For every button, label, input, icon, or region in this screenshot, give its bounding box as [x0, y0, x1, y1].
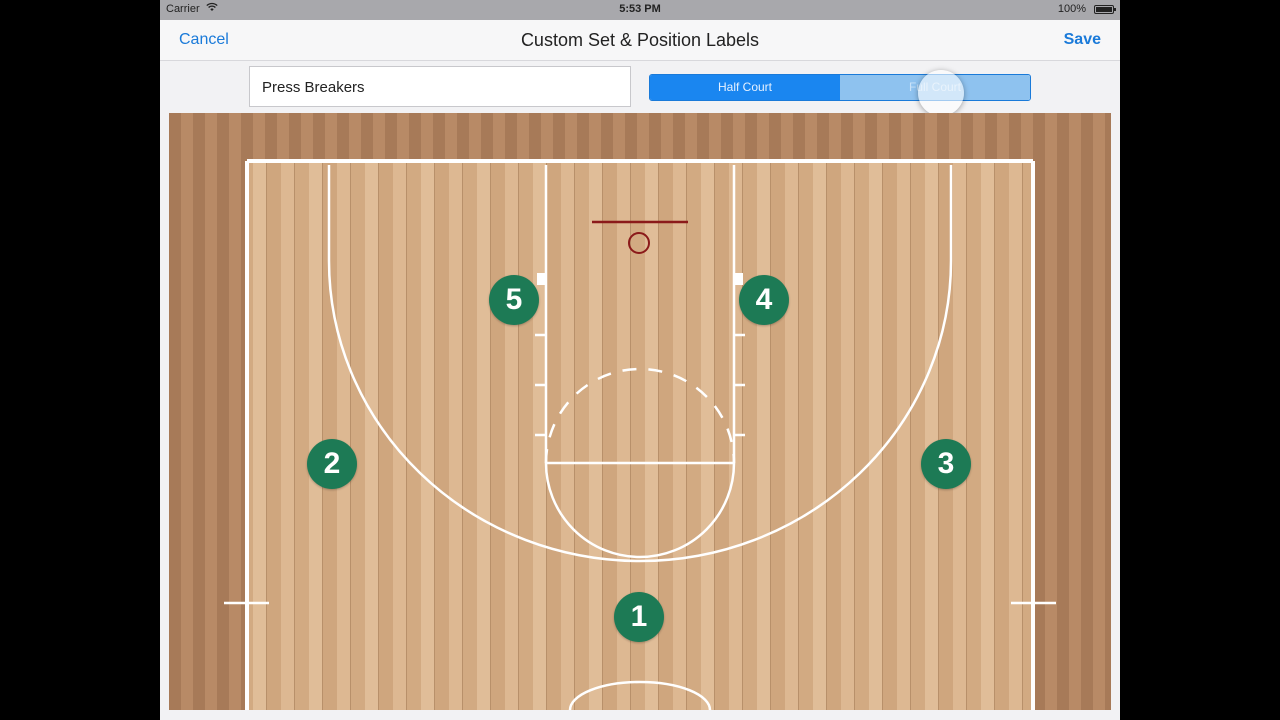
player-marker-4[interactable]: 4: [739, 275, 789, 325]
status-bar: Carrier 5:53 PM 100%: [160, 0, 1120, 20]
save-button[interactable]: Save: [1064, 31, 1101, 49]
court-type-toggle: Half Court Full Court: [649, 74, 1031, 101]
page-title: Custom Set & Position Labels: [520, 30, 760, 50]
player-marker-3[interactable]: 3: [921, 439, 971, 489]
player-marker-2[interactable]: 2: [307, 439, 357, 489]
navigation-bar: Cancel Custom Set & Position Labels Save: [160, 20, 1120, 61]
touch-indicator: [918, 70, 964, 116]
clock: 5:53 PM: [619, 3, 661, 15]
half-court-segment[interactable]: Half Court: [650, 75, 840, 100]
battery-icon: [1094, 5, 1116, 14]
player-marker-5[interactable]: 5: [489, 275, 539, 325]
set-name-input[interactable]: Press Breakers: [249, 66, 631, 107]
player-marker-1[interactable]: 1: [614, 592, 664, 642]
battery-percent: 100%: [1057, 3, 1086, 15]
ipad-screen: Carrier 5:53 PM 100% Cancel Custom Set &…: [160, 0, 1120, 720]
